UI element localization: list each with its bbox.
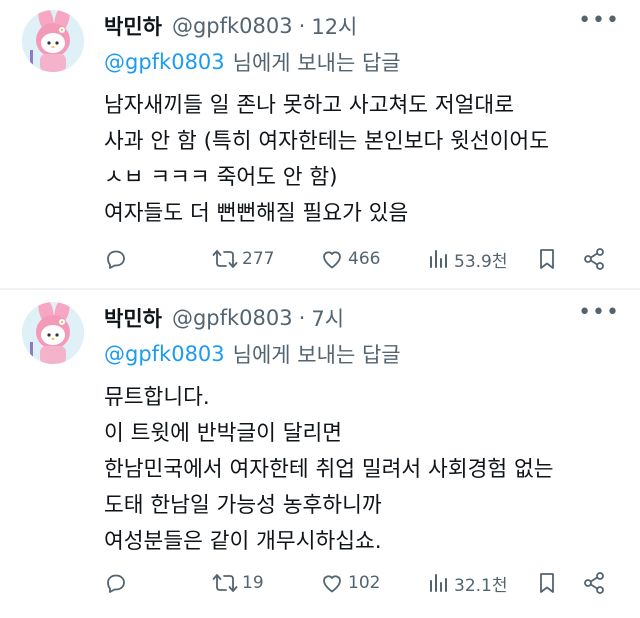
tweet-text-line: 뮤트합니다. bbox=[104, 385, 210, 410]
tweet-text-line: 한남민국에서 여자한테 취업 밀려서 사회경험 없는 bbox=[104, 457, 554, 482]
tweet-actions: 277 466 53.9천 bbox=[104, 244, 622, 274]
tweet-text: 남자새끼들 일 존나 못하고 사고쳐도 저얼대로 사과 안 함 (특히 여자한테… bbox=[104, 88, 622, 232]
author-handle[interactable]: @gpfk0803 bbox=[172, 306, 293, 330]
share-button[interactable] bbox=[582, 247, 606, 271]
avatar-image bbox=[22, 302, 84, 364]
author-handle[interactable]: @gpfk0803 bbox=[172, 14, 293, 38]
repost-icon bbox=[212, 574, 238, 592]
tweet-text-line: 이 트윗에 반박글이 달리면 bbox=[104, 421, 343, 446]
like-button[interactable]: 102 bbox=[320, 571, 380, 595]
like-icon bbox=[323, 251, 341, 269]
bookmark-icon bbox=[540, 573, 554, 593]
reply-icon bbox=[107, 574, 125, 593]
avatar[interactable] bbox=[22, 302, 84, 364]
views-button[interactable]: 53.9천 bbox=[428, 247, 508, 272]
reply-button[interactable] bbox=[104, 247, 128, 271]
timestamp[interactable]: 7시 bbox=[311, 303, 344, 333]
tweet-text: 뮤트합니다. 이 트윗에 반박글이 달리면 한남민국에서 여자한테 취업 밀려서… bbox=[104, 380, 622, 560]
like-icon bbox=[323, 575, 341, 593]
bookmark-icon bbox=[540, 249, 554, 269]
repost-icon bbox=[212, 250, 238, 268]
tweet-actions: 19 102 32.1천 bbox=[104, 568, 622, 598]
bookmark-button[interactable] bbox=[536, 571, 558, 595]
like-count: 466 bbox=[348, 249, 381, 269]
tweet-header: 박민하 @gpfk0803 · 7시 bbox=[104, 300, 622, 336]
tweet-text-line: 여성분들은 같이 개무시하십쇼. bbox=[104, 529, 382, 554]
tweet[interactable]: 박민하 @gpfk0803 · 7시 ••• @gpfk0803 님에게 보내는… bbox=[0, 290, 640, 618]
separator: · bbox=[298, 14, 306, 38]
views-icon bbox=[430, 250, 447, 268]
author-name[interactable]: 박민하 bbox=[104, 303, 162, 333]
reply-to-handle[interactable]: @gpfk0803 bbox=[104, 342, 225, 366]
tweet[interactable]: 박민하 @gpfk0803 · 12시 ••• @gpfk0803 님에게 보내… bbox=[0, 0, 640, 290]
avatar-image bbox=[22, 10, 84, 72]
reply-icon bbox=[107, 250, 125, 269]
reply-to-label: 님에게 보내는 답글 bbox=[232, 343, 401, 367]
like-button[interactable]: 466 bbox=[320, 247, 380, 271]
author-name[interactable]: 박민하 bbox=[104, 11, 162, 41]
repost-button[interactable]: 19 bbox=[212, 571, 264, 595]
timestamp[interactable]: 12시 bbox=[311, 11, 357, 41]
share-button[interactable] bbox=[582, 571, 606, 595]
like-count: 102 bbox=[348, 573, 381, 593]
replying-to: @gpfk0803 님에게 보내는 답글 bbox=[104, 44, 622, 80]
tweet-text-line: 사과 안 함 (특히 여자한테는 본인보다 윗선이어도 bbox=[104, 129, 549, 154]
reply-to-label: 님에게 보내는 답글 bbox=[232, 51, 401, 75]
avatar[interactable] bbox=[22, 10, 84, 72]
bookmark-button[interactable] bbox=[536, 247, 558, 271]
views-icon bbox=[430, 574, 447, 592]
tweet-text-line: 도태 한남일 가능성 농후하니까 bbox=[104, 493, 382, 518]
reply-button[interactable] bbox=[104, 571, 128, 595]
reply-to-handle[interactable]: @gpfk0803 bbox=[104, 50, 225, 74]
separator: · bbox=[298, 306, 306, 330]
share-icon bbox=[584, 572, 604, 594]
share-icon bbox=[584, 248, 604, 270]
more-options-icon[interactable]: ••• bbox=[578, 300, 620, 325]
more-options-icon[interactable]: ••• bbox=[578, 8, 620, 33]
views-button[interactable]: 32.1천 bbox=[428, 571, 508, 596]
replying-to: @gpfk0803 님에게 보내는 답글 bbox=[104, 336, 622, 372]
repost-count: 19 bbox=[242, 573, 264, 593]
tweet-header: 박민하 @gpfk0803 · 12시 bbox=[104, 8, 622, 44]
tweet-text-line: ㅅㅂ ㅋㅋㅋ 죽어도 안 함) bbox=[104, 165, 338, 190]
tweet-text-line: 남자새끼들 일 존나 못하고 사고쳐도 저얼대로 bbox=[104, 93, 514, 118]
views-count: 32.1천 bbox=[454, 575, 508, 596]
repost-button[interactable]: 277 bbox=[212, 247, 274, 271]
views-count: 53.9천 bbox=[454, 251, 508, 272]
tweet-text-line: 여자들도 더 뻔뻔해질 필요가 있음 bbox=[104, 201, 409, 226]
repost-count: 277 bbox=[242, 249, 275, 269]
